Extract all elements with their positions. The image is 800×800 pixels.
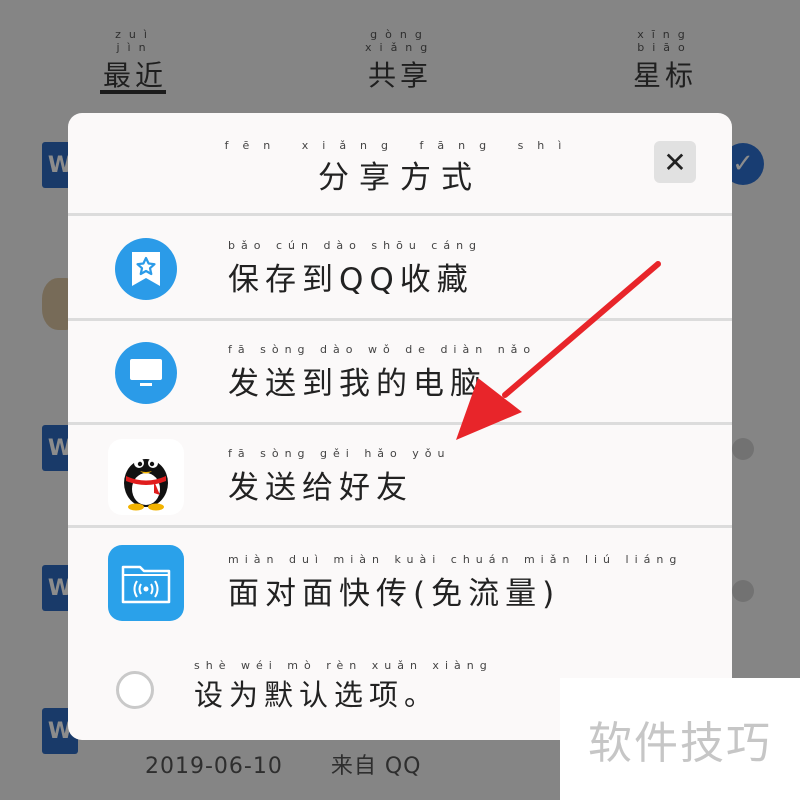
option-text: fā sòng dào wǒ de diàn nǎo 发送到我的电脑 <box>228 343 536 403</box>
dialog-title: fēn xiǎng fāng shì 分享方式 <box>68 139 732 197</box>
option-label: 保存到QQ收藏 <box>228 262 474 298</box>
dialog-header: fēn xiǎng fāng shì 分享方式 ✕ <box>68 113 732 215</box>
option-label: 发送给好友 <box>228 470 413 506</box>
set-default-text[interactable]: shè wéi mò rèn xuǎn xiàng 设为默认选项。 <box>194 659 493 714</box>
share-dialog: fēn xiǎng fāng shì 分享方式 ✕ bǎo cún dào sh… <box>68 113 732 740</box>
dialog-title-pinyin: fēn xiǎng fāng shì <box>224 139 576 152</box>
option-pinyin: miàn duì miàn kuài chuán miǎn liú liáng <box>228 553 683 566</box>
face-to-face-transfer-icon <box>108 545 184 621</box>
option-text: fā sòng gěi hǎo yǒu 发送给好友 <box>228 447 450 507</box>
option-send-to-friend[interactable]: fā sòng gěi hǎo yǒu 发送给好友 <box>68 425 732 525</box>
qq-favorites-icon <box>108 231 184 307</box>
set-default-label: 设为默认选项。 <box>194 678 440 712</box>
option-pinyin: fā sòng dào wǒ de diàn nǎo <box>228 343 537 356</box>
set-default-pinyin: shè wéi mò rèn xuǎn xiàng <box>194 659 493 672</box>
option-text: miàn duì miàn kuài chuán miǎn liú liáng … <box>228 553 682 613</box>
dialog-title-text: 分享方式 <box>318 160 482 196</box>
watermark-text: 软件技巧 <box>588 718 772 769</box>
option-pinyin: fā sòng gěi hǎo yǒu <box>228 447 451 460</box>
close-icon: ✕ <box>663 145 687 179</box>
divider <box>68 213 732 216</box>
option-text: bǎo cún dào shōu cáng 保存到QQ收藏 <box>228 239 482 299</box>
close-button[interactable]: ✕ <box>654 141 696 183</box>
qq-penguin-icon <box>108 439 184 515</box>
option-face-to-face-transfer[interactable]: miàn duì miàn kuài chuán miǎn liú liáng … <box>68 531 732 631</box>
option-send-to-my-computer[interactable]: fā sòng dào wǒ de diàn nǎo 发送到我的电脑 <box>68 321 732 421</box>
watermark: 软件技巧 <box>560 678 800 800</box>
divider <box>68 525 732 528</box>
option-pinyin: bǎo cún dào shōu cáng <box>228 239 483 252</box>
set-default-radio[interactable] <box>116 671 154 709</box>
option-label: 面对面快传(免流量) <box>228 576 561 612</box>
option-save-to-qq-favorites[interactable]: bǎo cún dào shōu cáng 保存到QQ收藏 <box>68 217 732 317</box>
computer-icon <box>108 335 184 411</box>
option-label: 发送到我的电脑 <box>228 366 487 402</box>
